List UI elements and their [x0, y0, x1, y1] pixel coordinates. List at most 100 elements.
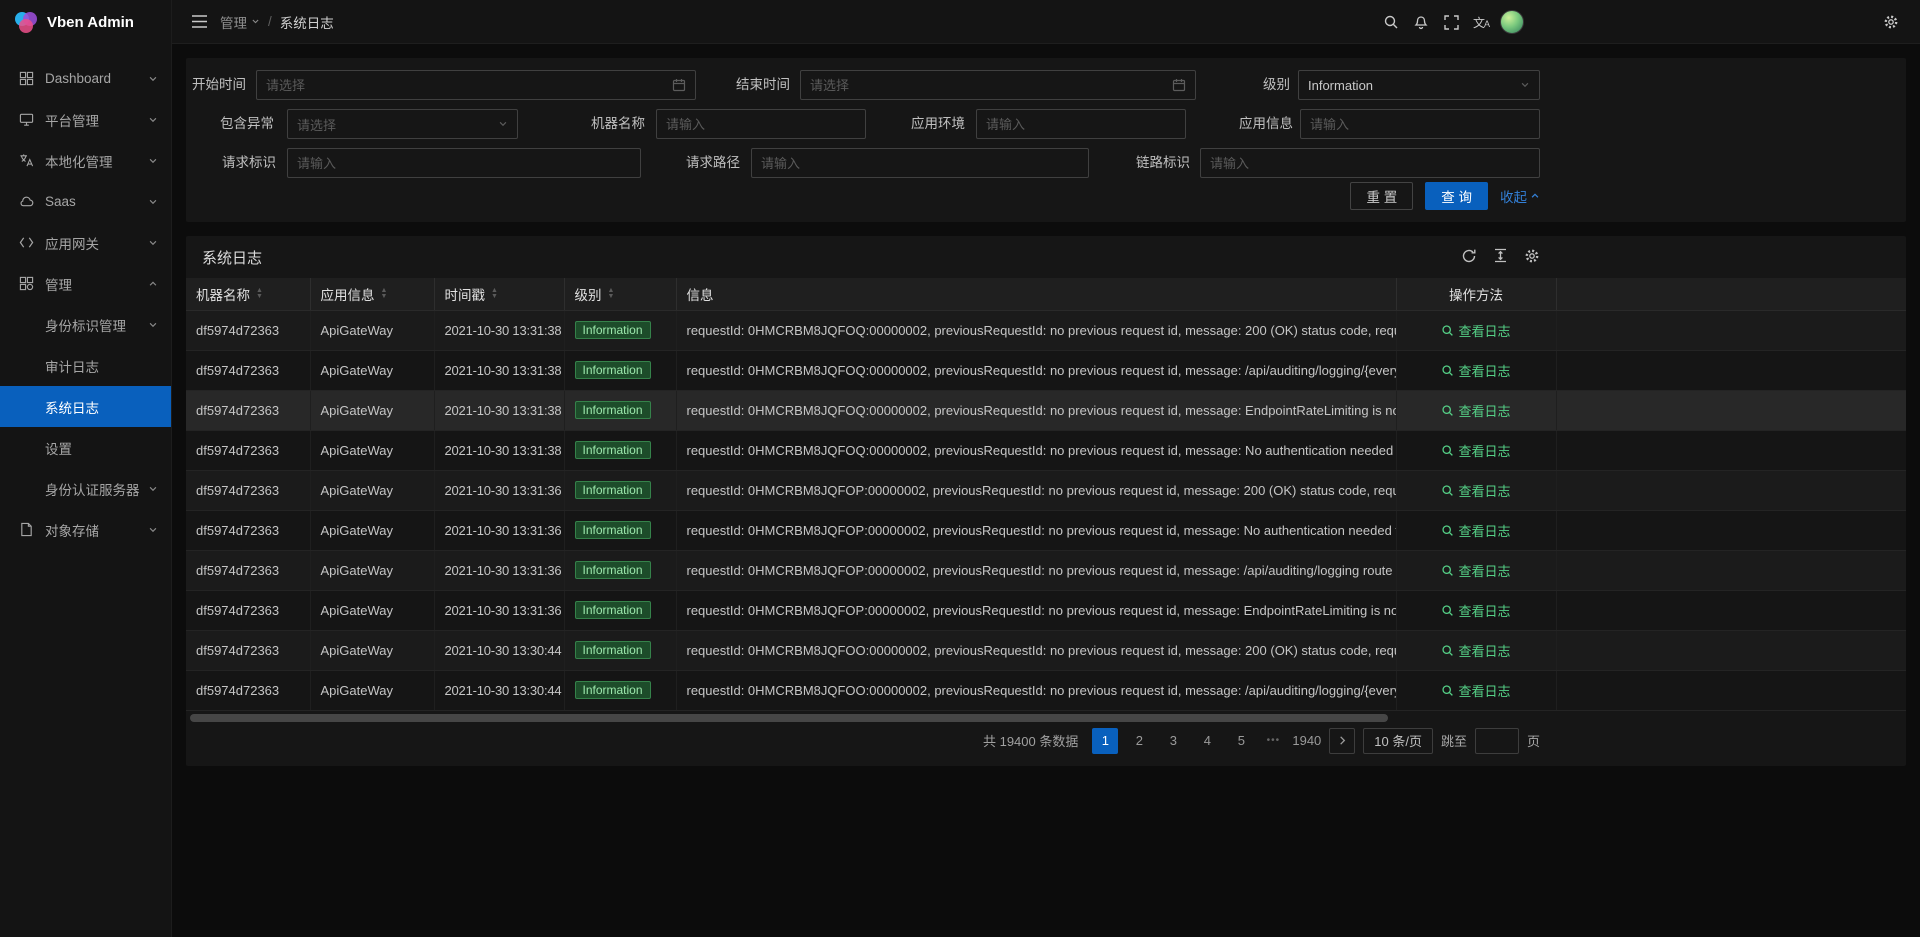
- end-time-input[interactable]: [810, 78, 1166, 93]
- app-title: Vben Admin: [47, 14, 134, 31]
- start-time-picker[interactable]: [256, 70, 696, 100]
- sort-desc-icon[interactable]: ▼: [608, 294, 615, 300]
- column-header-5: 操作方法: [1396, 278, 1556, 310]
- pagination-page-4[interactable]: 4: [1194, 728, 1220, 754]
- chevron-down-icon: [148, 525, 158, 535]
- sidebar-item-audit-logs[interactable]: 审计日志: [0, 345, 171, 386]
- filter-actions: 重 置 查 询 收起: [186, 182, 1540, 210]
- sidebar-item-manage[interactable]: 管理: [0, 263, 171, 304]
- cell-app-info: ApiGateWay: [310, 430, 434, 470]
- page-content: 开始时间 结束时间 级别 Information 包含异常 请选择: [172, 44, 1920, 780]
- row-height-icon[interactable]: [1493, 248, 1508, 264]
- refresh-icon[interactable]: [1461, 248, 1477, 264]
- sidebar-item-gateway[interactable]: 应用网关: [0, 222, 171, 263]
- manage-icon: [19, 276, 35, 291]
- pagination-page-1[interactable]: 1: [1092, 728, 1118, 754]
- view-log-link[interactable]: 查看日志: [1441, 641, 1510, 660]
- pagination-ellipsis[interactable]: •••: [1262, 735, 1284, 746]
- cell-message: requestId: 0HMCRBM8JQFOQ:00000002, previ…: [676, 310, 1396, 350]
- view-log-link[interactable]: 查看日志: [1441, 361, 1510, 380]
- sidebar-item-object-storage[interactable]: 对象存储: [0, 509, 171, 550]
- chevron-down-icon: [148, 238, 158, 248]
- table-panel: 系统日志: [186, 236, 1906, 766]
- pagination-next-button[interactable]: [1329, 728, 1355, 754]
- column-label: 时间戳: [445, 284, 486, 304]
- breadcrumb-parent[interactable]: 管理: [220, 12, 260, 32]
- column-header-0[interactable]: 机器名称▲▼: [186, 278, 310, 310]
- query-button[interactable]: 查 询: [1425, 182, 1488, 210]
- column-header-2[interactable]: 时间戳 ▲▼: [434, 278, 564, 310]
- view-log-link[interactable]: 查看日志: [1441, 601, 1510, 620]
- pagination-page-3[interactable]: 3: [1160, 728, 1186, 754]
- sidebar-item-label: 系统日志: [45, 397, 158, 417]
- cell-action: 查看日志: [1396, 430, 1556, 470]
- collapse-link[interactable]: 收起: [1500, 186, 1540, 206]
- request-path-input[interactable]: [761, 156, 1079, 171]
- jump-to-input[interactable]: [1475, 728, 1519, 754]
- cell-action: 查看日志: [1396, 550, 1556, 590]
- sidebar-collapse-icon[interactable]: [184, 7, 214, 37]
- scrollbar-thumb[interactable]: [190, 714, 1388, 722]
- sidebar-item-system-logs[interactable]: 系统日志: [0, 386, 171, 427]
- has-exception-select[interactable]: 请选择: [287, 109, 518, 139]
- level-select[interactable]: Information: [1298, 70, 1540, 100]
- settings-gear-icon[interactable]: [1876, 7, 1906, 37]
- view-log-link[interactable]: 查看日志: [1441, 681, 1510, 700]
- magnifier-icon: [1441, 324, 1454, 337]
- sort-icons[interactable]: ▲▼: [256, 288, 263, 300]
- sidebar-item-platform[interactable]: 平台管理: [0, 99, 171, 140]
- page-size-select[interactable]: 10 条/页: [1363, 728, 1433, 754]
- sidebar-item-identity[interactable]: 身份标识管理: [0, 304, 171, 345]
- machine-name-input[interactable]: [666, 117, 856, 132]
- view-log-link[interactable]: 查看日志: [1441, 561, 1510, 580]
- magnifier-icon: [1441, 404, 1454, 417]
- sort-desc-icon[interactable]: ▼: [491, 294, 498, 300]
- level-tag: Information: [575, 321, 651, 339]
- avatar[interactable]: [1500, 10, 1524, 34]
- app-env-input[interactable]: [986, 117, 1176, 132]
- end-time-picker[interactable]: [800, 70, 1196, 100]
- request-id-input[interactable]: [297, 156, 631, 171]
- end-time-label: 结束时间: [730, 70, 790, 100]
- column-header-3[interactable]: 级别▲▼: [564, 278, 676, 310]
- pagination-page-1940[interactable]: 1940: [1292, 728, 1321, 754]
- logo[interactable]: Vben Admin: [0, 0, 171, 44]
- view-log-link[interactable]: 查看日志: [1441, 441, 1510, 460]
- app-env-field[interactable]: [976, 109, 1186, 139]
- sort-desc-icon[interactable]: ▼: [256, 294, 263, 300]
- request-path-field[interactable]: [751, 148, 1089, 178]
- sort-desc-icon[interactable]: ▼: [381, 294, 388, 300]
- trace-id-field[interactable]: [1200, 148, 1540, 178]
- view-log-link[interactable]: 查看日志: [1441, 481, 1510, 500]
- app-info-input[interactable]: [1310, 117, 1530, 132]
- pagination-page-2[interactable]: 2: [1126, 728, 1152, 754]
- request-id-field[interactable]: [287, 148, 641, 178]
- search-icon[interactable]: [1376, 7, 1406, 37]
- sort-icons[interactable]: ▲▼: [608, 288, 615, 300]
- translate-icon[interactable]: 文A: [1466, 7, 1496, 37]
- sidebar-item-localization[interactable]: 本地化管理: [0, 140, 171, 181]
- view-log-link[interactable]: 查看日志: [1441, 521, 1510, 540]
- sidebar-item-label: 应用网关: [45, 233, 148, 253]
- sidebar-item-settings[interactable]: 设置: [0, 427, 171, 468]
- reset-button[interactable]: 重 置: [1350, 182, 1413, 210]
- magnifier-icon: [1441, 564, 1454, 577]
- app-info-field[interactable]: [1300, 109, 1540, 139]
- chevron-down-icon: [251, 17, 260, 26]
- column-header-1[interactable]: 应用信息▲▼: [310, 278, 434, 310]
- sort-icons[interactable]: ▲▼: [491, 288, 498, 300]
- sidebar-item-saas[interactable]: Saas: [0, 181, 171, 222]
- view-log-link[interactable]: 查看日志: [1441, 401, 1510, 420]
- column-settings-icon[interactable]: [1524, 248, 1540, 264]
- machine-name-field[interactable]: [656, 109, 866, 139]
- sidebar-item-auth-server[interactable]: 身份认证服务器: [0, 468, 171, 509]
- view-log-link[interactable]: 查看日志: [1441, 321, 1510, 340]
- sort-icons[interactable]: ▲▼: [381, 288, 388, 300]
- pagination-page-5[interactable]: 5: [1228, 728, 1254, 754]
- horizontal-scrollbar[interactable]: [190, 714, 1396, 722]
- notification-bell-icon[interactable]: [1406, 7, 1436, 37]
- sidebar-item-dashboard[interactable]: Dashboard: [0, 58, 171, 99]
- fullscreen-icon[interactable]: [1436, 7, 1466, 37]
- start-time-input[interactable]: [266, 78, 666, 93]
- trace-id-input[interactable]: [1210, 156, 1530, 171]
